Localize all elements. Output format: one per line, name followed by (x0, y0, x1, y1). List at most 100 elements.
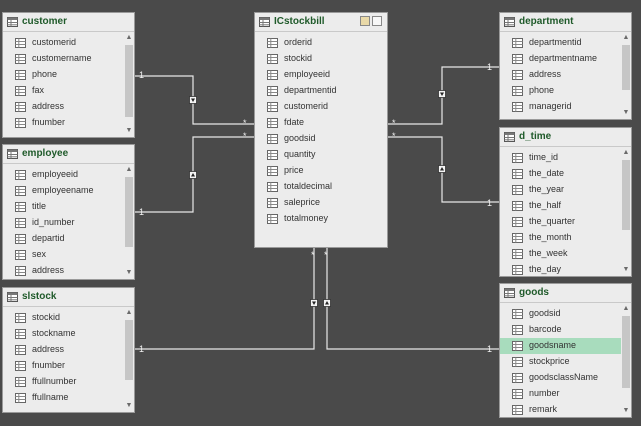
field-row[interactable]: the_week (500, 246, 621, 262)
field-row[interactable]: the_year (500, 182, 621, 198)
field-row[interactable]: number (500, 386, 621, 402)
field-row[interactable]: totalmoney (255, 211, 387, 227)
scroll-thumb[interactable] (622, 45, 630, 90)
relationship-department[interactable] (388, 66, 499, 125)
relationship-goods[interactable] (323, 248, 500, 350)
field-row[interactable]: departmentid (255, 83, 387, 99)
field-row[interactable]: the_month (500, 230, 621, 246)
vertical-scrollbar[interactable]: ▲ ▼ (124, 307, 134, 412)
diagram-canvas[interactable]: customer customerid customername phone fax ad… (0, 0, 641, 426)
table-employee[interactable]: employee employeeid employeename title id_nu… (2, 144, 135, 280)
field-row[interactable]: departmentname (500, 51, 621, 67)
field-row[interactable]: stockprice (500, 354, 621, 370)
scroll-up-icon[interactable]: ▲ (621, 304, 631, 314)
field-row[interactable]: fnumber (3, 358, 124, 374)
relationship-line[interactable] (135, 248, 315, 350)
field-row[interactable]: employeeid (3, 167, 124, 183)
table-header[interactable]: d_time (500, 128, 631, 147)
field-row[interactable]: phone (500, 83, 621, 99)
field-row[interactable]: goodsname (500, 338, 621, 354)
table-icstockbill[interactable]: ICstockbill orderid stockid employeeid depar… (254, 12, 388, 248)
relationship-customer[interactable] (135, 75, 254, 125)
table-slstock[interactable]: slstock stockid stockname address fnumber ffu… (2, 287, 135, 413)
field-row[interactable]: address (3, 342, 124, 358)
table-department[interactable]: department departmentid departmentname addr… (499, 12, 632, 120)
field-row[interactable]: stockname (3, 326, 124, 342)
field-row[interactable]: totaldecimal (255, 179, 387, 195)
field-row[interactable]: id_number (3, 215, 124, 231)
scroll-up-icon[interactable]: ▲ (124, 165, 134, 175)
scroll-up-icon[interactable]: ▲ (621, 148, 631, 158)
field-row[interactable]: stockid (3, 310, 124, 326)
field-row[interactable]: phone (3, 67, 124, 83)
table-header[interactable]: employee (3, 145, 134, 164)
field-row[interactable]: customername (3, 51, 124, 67)
scroll-up-icon[interactable]: ▲ (621, 33, 631, 43)
table-goods[interactable]: goods goodsid barcode goodsname stockprice go… (499, 283, 632, 418)
relationship-d-time[interactable] (388, 136, 499, 203)
table-header[interactable]: department (500, 13, 631, 32)
field-row[interactable]: barcode (500, 322, 621, 338)
field-row[interactable]: the_quarter (500, 214, 621, 230)
table-customer[interactable]: customer customerid customername phone fax ad… (2, 12, 135, 138)
field-row[interactable]: the_half (500, 198, 621, 214)
relationship-slstock[interactable] (135, 248, 318, 350)
scroll-down-icon[interactable]: ▼ (621, 108, 631, 118)
vertical-scrollbar[interactable]: ▲ ▼ (621, 303, 631, 417)
vertical-scrollbar[interactable]: ▲ ▼ (124, 164, 134, 279)
scroll-thumb[interactable] (622, 160, 630, 230)
field-row[interactable]: remark (500, 402, 621, 417)
field-row[interactable]: employeeid (255, 67, 387, 83)
collapse-button[interactable] (372, 16, 382, 26)
table-header[interactable]: slstock (3, 288, 134, 307)
field-row[interactable]: the_date (500, 166, 621, 182)
field-row[interactable]: stockid (255, 51, 387, 67)
scroll-up-icon[interactable]: ▲ (124, 308, 134, 318)
field-row[interactable]: managerid (500, 99, 621, 115)
scroll-thumb[interactable] (125, 320, 133, 380)
field-row[interactable]: price (255, 163, 387, 179)
table-header[interactable]: ICstockbill (255, 13, 387, 32)
field-row[interactable]: departmentid (500, 35, 621, 51)
field-row[interactable]: goodsid (255, 131, 387, 147)
scroll-thumb[interactable] (125, 45, 133, 117)
field-row[interactable]: orderid (255, 35, 387, 51)
table-header[interactable]: customer (3, 13, 134, 32)
field-row[interactable]: fax (3, 83, 124, 99)
field-row[interactable]: ffullnumber (3, 374, 124, 390)
scroll-down-icon[interactable]: ▼ (621, 406, 631, 416)
scroll-thumb[interactable] (622, 316, 630, 388)
field-row[interactable]: address (3, 263, 124, 279)
field-row[interactable]: address (500, 67, 621, 83)
field-row[interactable]: address (3, 99, 124, 115)
field-row[interactable]: fnumber (3, 115, 124, 131)
field-row[interactable]: sex (3, 247, 124, 263)
field-row[interactable]: goodsid (500, 306, 621, 322)
vertical-scrollbar[interactable]: ▲ ▼ (621, 32, 631, 119)
vertical-scrollbar[interactable]: ▲ ▼ (124, 32, 134, 137)
relationship-line[interactable] (326, 248, 499, 350)
field-row[interactable]: title (3, 199, 124, 215)
table-header[interactable]: goods (500, 284, 631, 303)
field-row[interactable]: goodsclassName (500, 370, 621, 386)
field-row[interactable]: time_id (500, 150, 621, 166)
field-row[interactable]: ffullname (3, 390, 124, 406)
field-row[interactable]: fdate (255, 115, 387, 131)
field-row[interactable]: saleprice (255, 195, 387, 211)
field-row[interactable]: customerid (255, 99, 387, 115)
field-row[interactable]: quantity (255, 147, 387, 163)
scroll-down-icon[interactable]: ▼ (124, 268, 134, 278)
restore-button[interactable] (360, 16, 370, 26)
scroll-down-icon[interactable]: ▼ (124, 401, 134, 411)
vertical-scrollbar[interactable]: ▲ ▼ (621, 147, 631, 276)
field-row[interactable]: customerid (3, 35, 124, 51)
field-row[interactable]: the_day (500, 262, 621, 276)
scroll-down-icon[interactable]: ▼ (124, 126, 134, 136)
field-row[interactable]: departid (3, 231, 124, 247)
relationship-employee[interactable] (135, 136, 254, 213)
field-row[interactable]: employeename (3, 183, 124, 199)
table-d-time[interactable]: d_time time_id the_date the_year the_half the… (499, 127, 632, 277)
scroll-down-icon[interactable]: ▼ (621, 265, 631, 275)
scroll-thumb[interactable] (125, 177, 133, 247)
scroll-up-icon[interactable]: ▲ (124, 33, 134, 43)
